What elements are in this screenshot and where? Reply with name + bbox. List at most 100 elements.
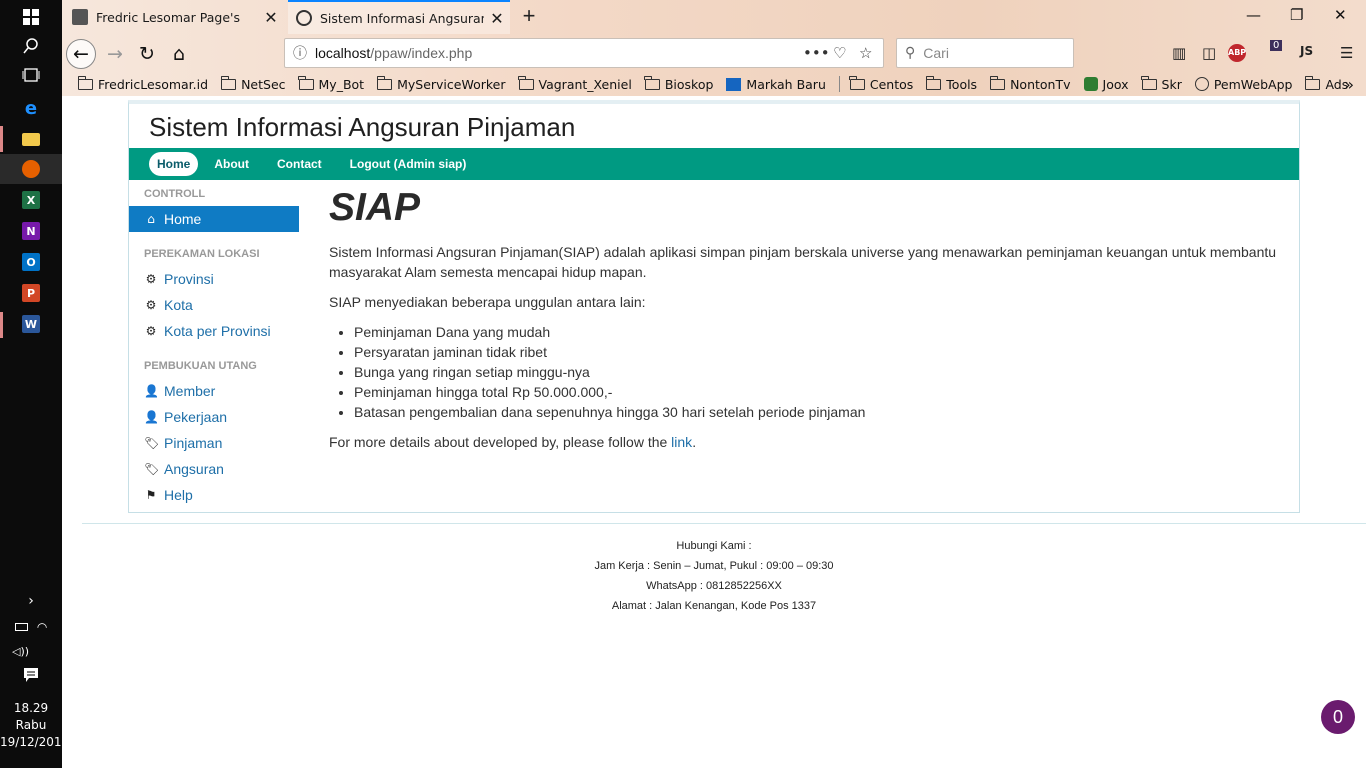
tab-fredric-lesomar[interactable]: Fredric Lesomar Page's ✕ [62, 0, 284, 34]
task-view-icon[interactable] [0, 60, 62, 90]
menu-about[interactable]: About [208, 153, 255, 175]
edge-icon[interactable]: e [0, 93, 62, 123]
sidebar-item-label: Angsuran [164, 461, 224, 477]
bookmark-label: Bioskop [664, 76, 714, 92]
gear-icon: ⚙ [145, 324, 157, 338]
menu-home[interactable]: Home [149, 152, 199, 176]
excel-icon[interactable]: X [0, 185, 62, 215]
sidebar-item-label: Member [164, 383, 216, 399]
details-link[interactable]: link [671, 434, 692, 450]
sidebar-item-pekerjaan[interactable]: 👤 Pekerjaan [129, 404, 299, 430]
system-clock[interactable]: 18.29 Rabu 19/12/2018 [0, 700, 69, 751]
outlook-icon[interactable]: O [0, 247, 62, 277]
bookmark-label: Skr [1161, 76, 1182, 92]
library-icon[interactable]: ▥ [1172, 44, 1186, 62]
adblock-icon[interactable]: ABP [1228, 44, 1246, 62]
javascript-toggle-icon[interactable]: JS [1300, 44, 1313, 58]
features-intro: SIAP menyediakan beberapa unggulan antar… [329, 294, 646, 310]
bookmark-item[interactable]: Markah Baru [726, 77, 826, 92]
folder-icon [298, 75, 314, 90]
features-list: Peminjaman Dana yang mudah Persyaratan j… [354, 322, 1289, 422]
close-tab-icon[interactable]: ✕ [484, 9, 510, 28]
site-info-icon[interactable]: ⓘ [285, 43, 315, 63]
notification-badge[interactable]: 0 [1321, 700, 1355, 734]
back-button[interactable]: ← [66, 39, 96, 69]
windows-start-icon[interactable] [0, 2, 62, 32]
sidebar-item-help[interactable]: ⚑ Help [129, 482, 299, 508]
sidebar-toggle-icon[interactable]: ◫ [1202, 44, 1216, 62]
menu-contact[interactable]: Contact [271, 153, 328, 175]
url-bar[interactable]: ⓘ localhost/ppaw/index.php ••• ♡ ☆ [284, 38, 884, 68]
bookmark-item[interactable]: FredricLesomar.id [77, 75, 208, 92]
list-item: Persyaratan jaminan tidak ribet [354, 342, 1289, 362]
sidebar: CONTROLL ⌂ Home PEREKAMAN LOKASI ⚙ Provi… [129, 182, 299, 508]
footer-hours: Jam Kerja : Senin – Jumat, Pukul : 09:00… [594, 560, 834, 572]
joox-icon [1083, 77, 1098, 91]
close-window-icon[interactable]: ✕ [1334, 6, 1347, 24]
bookmark-item[interactable]: Bioskop [644, 75, 714, 92]
bookmark-item[interactable]: PemWebApp [1194, 77, 1292, 92]
flag-icon: ⚑ [145, 488, 157, 502]
search-icon[interactable] [0, 31, 62, 61]
sidebar-item-label: Provinsi [164, 271, 214, 287]
sidebar-heading-perekaman-lokasi: PEREKAMAN LOKASI [144, 248, 260, 260]
forward-button[interactable]: → [100, 39, 130, 69]
bookmark-star-icon[interactable]: ☆ [859, 44, 872, 62]
bookmark-item[interactable]: Centos [849, 75, 913, 92]
action-center-icon[interactable] [0, 660, 62, 690]
web-page: Sistem Informasi Angsuran Pinjaman Home … [62, 96, 1366, 768]
folder-icon [220, 75, 237, 90]
powerpoint-icon[interactable]: P [0, 278, 62, 308]
new-tab-button[interactable]: + [516, 4, 542, 30]
folder-icon [644, 75, 660, 90]
sidebar-item-provinsi[interactable]: ⚙ Provinsi [129, 266, 299, 292]
sidebar-item-kota-per-provinsi[interactable]: ⚙ Kota per Provinsi [129, 318, 299, 344]
bookmark-item[interactable]: Joox [1083, 76, 1129, 92]
bookmark-item[interactable]: Skr [1141, 75, 1182, 92]
file-explorer-icon[interactable] [0, 124, 62, 154]
battery-icon[interactable] [14, 623, 28, 631]
firefox-icon[interactable] [0, 154, 62, 184]
bookmark-item[interactable]: Vagrant_Xeniel [518, 75, 632, 92]
bookmark-item[interactable]: My_Bot [298, 75, 365, 92]
home-button[interactable]: ⌂ [164, 39, 194, 69]
extension-badge[interactable]: 0 [1270, 40, 1283, 51]
gear-icon: ⚙ [145, 298, 157, 312]
sidebar-heading-controll: CONTROLL [144, 188, 206, 200]
folder-icon [518, 75, 534, 90]
sidebar-item-home[interactable]: ⌂ Home [129, 206, 299, 232]
onenote-icon[interactable]: N [0, 216, 62, 246]
folder-icon [376, 75, 393, 90]
sidebar-item-member[interactable]: 👤 Member [129, 378, 299, 404]
pocket-icon[interactable]: ♡ [833, 44, 846, 62]
adblock-badge-text: ABP [1228, 48, 1247, 57]
search-bar[interactable]: ⚲ Cari [896, 38, 1074, 68]
search-placeholder: Cari [923, 45, 949, 61]
restore-icon[interactable]: ❐ [1290, 6, 1303, 24]
bookmark-label: My_Bot [318, 76, 365, 92]
menu-logout[interactable]: Logout (Admin siap) [344, 153, 473, 175]
bookmark-label: Tools [946, 76, 978, 92]
tab-siap[interactable]: Sistem Informasi Angsuran Pinjaman ✕ [288, 0, 510, 34]
close-tab-icon[interactable]: ✕ [258, 8, 284, 27]
bookmark-item[interactable]: MyServiceWorker [376, 75, 506, 92]
menu-icon[interactable]: ☰ [1340, 44, 1353, 62]
wifi-icon[interactable]: ◠ [37, 620, 47, 634]
tab-title: Fredric Lesomar Page's [96, 9, 240, 25]
bookmark-item[interactable]: Tools [925, 75, 978, 92]
folder-icon [849, 75, 865, 90]
browser-chrome: Fredric Lesomar Page's ✕ Sistem Informas… [62, 0, 1366, 96]
bookmark-item[interactable]: NontonTv [989, 75, 1071, 92]
reload-button[interactable]: ↻ [132, 39, 162, 69]
sidebar-item-angsuran[interactable]: 🏷 Angsuran [129, 456, 299, 482]
bookmark-label: Joox [1102, 76, 1129, 92]
bookmark-item[interactable]: NetSec [220, 75, 286, 92]
page-actions-icon[interactable]: ••• [803, 44, 830, 62]
user-icon: 👤 [144, 410, 159, 424]
sidebar-item-pinjaman[interactable]: 🏷 Pinjaman [129, 430, 299, 456]
more-bookmarks-icon[interactable]: » [1344, 75, 1354, 94]
word-icon[interactable]: W [0, 309, 62, 339]
minimize-icon[interactable]: — [1246, 6, 1261, 24]
sidebar-item-kota[interactable]: ⚙ Kota [129, 292, 299, 318]
bookmark-item[interactable]: Ads [1304, 75, 1348, 92]
